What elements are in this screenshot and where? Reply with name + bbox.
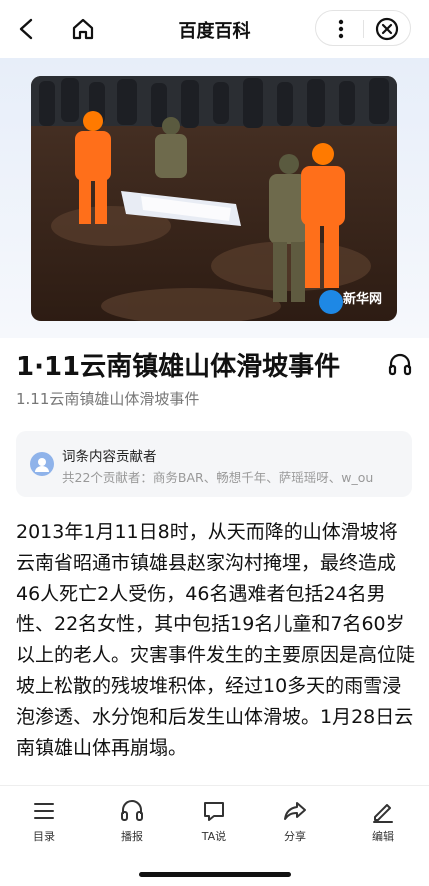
bottom-tab-bar: 目录 播报 TA说 分享 编辑 bbox=[0, 786, 429, 886]
tab-label: TA说 bbox=[201, 830, 227, 843]
hero-photo bbox=[31, 76, 397, 321]
hero-image[interactable]: 新华网 bbox=[31, 76, 397, 321]
contributors-title: 词条内容贡献者 bbox=[62, 449, 157, 465]
hero-watermark: 新华网 bbox=[343, 291, 383, 306]
tab-share[interactable]: 分享 bbox=[265, 798, 325, 846]
article-body: 2013年1月11日8时，从天而降的山体滑坡将云南省昭通市镇雄县赵家沟村掩埋，最… bbox=[16, 521, 416, 759]
mini-app-capsule bbox=[315, 10, 411, 46]
tab-edit[interactable]: 编辑 bbox=[353, 798, 413, 846]
listen-button[interactable] bbox=[386, 350, 414, 378]
chat-bubble-icon bbox=[204, 802, 224, 821]
close-button[interactable] bbox=[372, 14, 402, 44]
close-circle-icon bbox=[375, 17, 399, 41]
share-icon bbox=[284, 802, 306, 820]
capsule-divider bbox=[363, 20, 364, 38]
list-icon bbox=[34, 803, 54, 819]
article-title: 1·11云南镇雄山体滑坡事件 bbox=[16, 352, 341, 382]
contributor-avatar-icon bbox=[30, 452, 54, 476]
headphones-icon bbox=[388, 353, 412, 376]
tab-label: 目录 bbox=[33, 830, 55, 843]
tab-label: 分享 bbox=[284, 830, 306, 843]
tab-label: 编辑 bbox=[372, 830, 394, 843]
more-button[interactable] bbox=[326, 14, 356, 44]
tab-label: 播报 bbox=[121, 830, 143, 843]
contributors-desc: 共22个贡献者：商务BAR、畅想千年、萨瑶瑶呀、w_ou bbox=[62, 470, 374, 485]
tab-ta-says[interactable]: TA说 bbox=[184, 798, 244, 846]
tab-catalog[interactable]: 目录 bbox=[14, 798, 74, 846]
edit-pencil-icon bbox=[373, 804, 393, 823]
tab-broadcast[interactable]: 播报 bbox=[102, 798, 162, 846]
home-indicator[interactable] bbox=[139, 872, 291, 877]
article-subtitle: 1.11云南镇雄山体滑坡事件 bbox=[16, 390, 200, 408]
headphones-icon bbox=[121, 800, 143, 821]
more-vertical-icon bbox=[338, 19, 344, 39]
contributors-card[interactable]: 词条内容贡献者 共22个贡献者：商务BAR、畅想千年、萨瑶瑶呀、w_ou bbox=[16, 431, 412, 497]
top-nav-bar: 百度百科 bbox=[0, 0, 429, 58]
